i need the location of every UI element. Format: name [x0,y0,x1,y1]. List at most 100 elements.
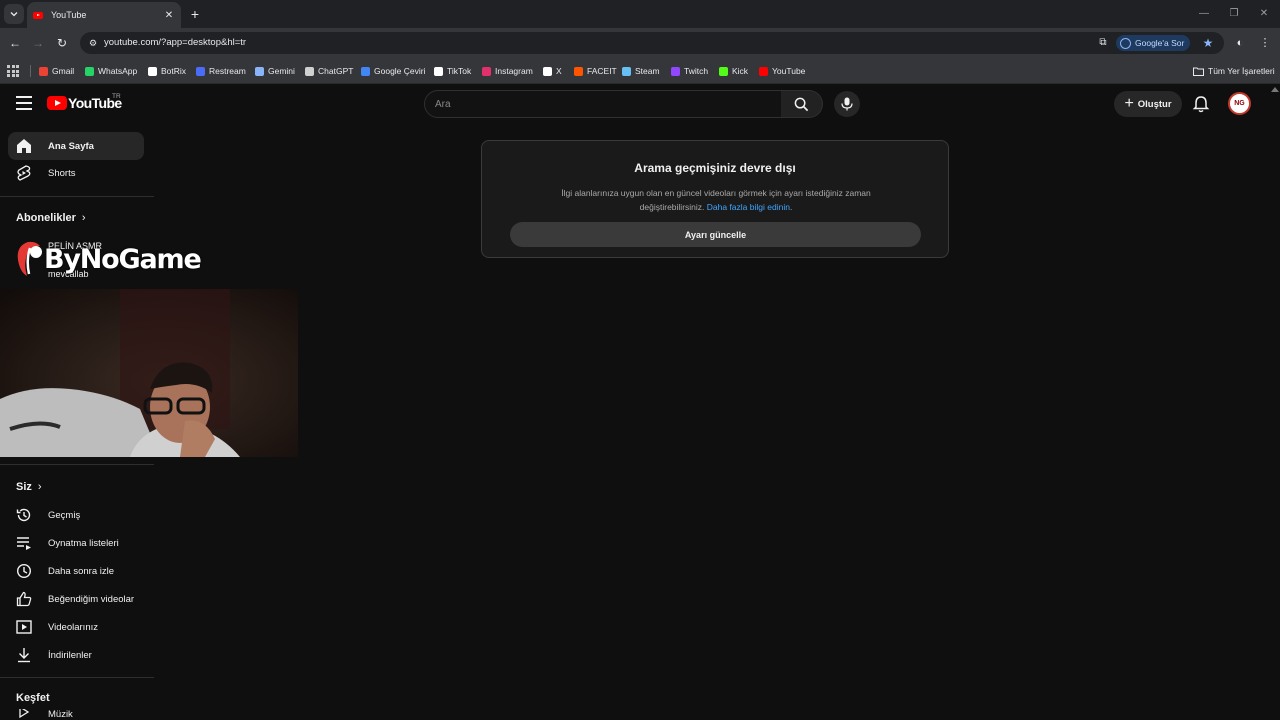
subscriptions-heading[interactable]: Abonelikler › [16,212,86,224]
bookmark-item[interactable]: TikTok [434,64,471,78]
reload-icon[interactable]: ↻ [54,35,70,51]
browser-tab-youtube[interactable]: YouTube ✕ [27,2,181,28]
sidebar-item-liked-videos[interactable]: Beğendiğim videolar [8,585,144,613]
bookmark-item[interactable]: Restream [196,64,246,78]
bookmark-item[interactable]: YouTube [759,64,805,78]
card-body: İlgi alanlarınıza uygun olan en güncel v… [532,186,900,214]
sidebar-item-label: Daha sonra izle [48,565,115,577]
bookmark-favicon-icon [719,66,728,76]
extensions-icon[interactable]: ◐ [1233,36,1247,50]
sidebar-item-home[interactable]: Ana Sayfa [8,132,144,160]
home-icon [16,138,32,154]
bookmark-label: X [556,66,562,76]
create-label: Oluştur [1137,98,1172,110]
restore-icon[interactable]: ❐ [1226,6,1242,22]
create-button[interactable]: + Oluştur [1114,91,1182,117]
explore-heading-label: Keşfet [16,692,50,704]
bookmark-favicon-icon [434,66,443,76]
bookmark-item[interactable]: Twitch [671,64,708,78]
sidebar-item-downloads[interactable]: İndirilenler [8,641,144,669]
bookmark-item[interactable]: Steam [622,64,660,78]
sidebar-item-label: Oynatma listeleri [48,537,119,549]
site-info-icon[interactable]: ⚙ [86,36,100,50]
sidebar-item-music[interactable]: Müzik [8,709,144,720]
bookmark-favicon-icon [574,66,583,76]
shorts-icon [16,165,32,181]
clock-icon [16,563,32,579]
forward-arrow-icon[interactable]: → [30,35,46,51]
sidebar-item-label: Ana Sayfa [48,140,94,152]
bookmark-label: FACEIT [587,66,617,76]
voice-search-button[interactable] [834,91,860,117]
bookmark-item[interactable]: Google Çeviri [361,64,426,78]
sidebar-item-shorts[interactable]: Shorts [8,159,144,187]
bookmark-label: Steam [635,66,660,76]
ask-google-button[interactable]: Google'a Sor [1116,35,1191,51]
bookmark-star-icon[interactable]: ★ [1200,35,1216,51]
sidebar-item-label: Geçmiş [48,509,81,521]
browser-menu-icon[interactable]: ⋮ [1258,36,1272,50]
bookmark-label: Gemini [268,66,295,76]
bookmarks-divider [30,65,31,77]
bookmark-label: BotRix [161,66,187,76]
close-window-icon[interactable]: ✕ [1256,6,1272,22]
microphone-icon [841,97,853,111]
bookmark-item[interactable]: WhatsApp [85,64,137,78]
bookmark-favicon-icon [85,66,94,76]
bookmark-favicon-icon [622,66,631,76]
tab-title: YouTube [51,10,87,20]
sidebar-item-label: Shorts [48,167,76,179]
bookmark-label: Google Çeviri [374,66,426,76]
bookmark-item[interactable]: BotRix [148,64,186,78]
sidebar-item-history[interactable]: Geçmiş [8,501,144,529]
account-avatar[interactable]: NG [1228,92,1251,115]
learn-more-link[interactable]: Daha fazla bilgi edinin [707,202,790,212]
scrollbar-up-arrow-icon[interactable] [1271,86,1279,92]
youtube-favicon-icon [33,11,43,19]
bookmark-item[interactable]: Instagram [482,64,533,78]
sidebar-item-watch-later[interactable]: Daha sonra izle [8,557,144,585]
chevron-down-icon [10,12,18,17]
minimize-icon[interactable]: — [1196,6,1212,22]
search-button[interactable] [781,90,823,118]
plus-icon: + [1124,95,1134,112]
google-lens-icon [1120,37,1131,49]
browser-tab-bar: YouTube ✕ + — ❐ ✕ [0,0,1280,28]
sidebar-divider [0,464,154,465]
sidebar-divider [0,196,154,197]
bookmark-label: WhatsApp [98,66,138,76]
bookmark-label: YouTube [772,66,806,76]
bookmark-item[interactable]: FACEIT [574,64,617,78]
new-tab-button[interactable]: + [186,5,204,23]
subscriptions-heading-label: Abonelikler [16,212,76,224]
card-title: Arama geçmişiniz devre dışı [634,161,796,175]
bookmark-item[interactable]: X [543,64,562,78]
bookmark-item[interactable]: Gmail [39,64,74,78]
you-heading[interactable]: Siz › [16,481,42,493]
install-app-icon[interactable]: ⧉ [1096,36,1110,50]
bookmark-item[interactable]: Kick [719,64,748,78]
download-icon [16,647,32,663]
playlist-icon [16,535,32,551]
search-placeholder: Ara [435,99,451,110]
bookmark-item[interactable]: ChatGPT [305,64,353,78]
apps-grid-icon[interactable] [7,65,19,77]
search-input[interactable]: Ara [424,90,782,118]
address-bar[interactable]: ⚙ youtube.com/?app=desktop&hl=tr ⧉ Googl… [80,32,1224,54]
back-arrow-icon[interactable]: ← [7,35,23,51]
music-icon [16,709,32,720]
bookmark-label: Instagram [495,66,533,76]
tab-close-icon[interactable]: ✕ [161,10,177,21]
folder-icon [1193,67,1204,76]
youtube-logo[interactable]: YouTube [47,95,122,111]
tab-search-button[interactable] [4,4,24,24]
guide-menu-icon[interactable] [16,96,32,110]
all-bookmarks-folder[interactable]: Tüm Yer İşaretleri [1193,64,1275,78]
update-setting-button[interactable]: Ayarı güncelle [510,222,921,247]
sidebar-item-playlists[interactable]: Oynatma listeleri [8,529,144,557]
bookmark-label: ChatGPT [318,66,354,76]
bookmark-item[interactable]: Gemini [255,64,295,78]
card-link-suffix: . [789,202,793,212]
notifications-bell-icon[interactable] [1192,95,1210,113]
sidebar-item-your-videos[interactable]: Videolarınız [8,613,144,641]
